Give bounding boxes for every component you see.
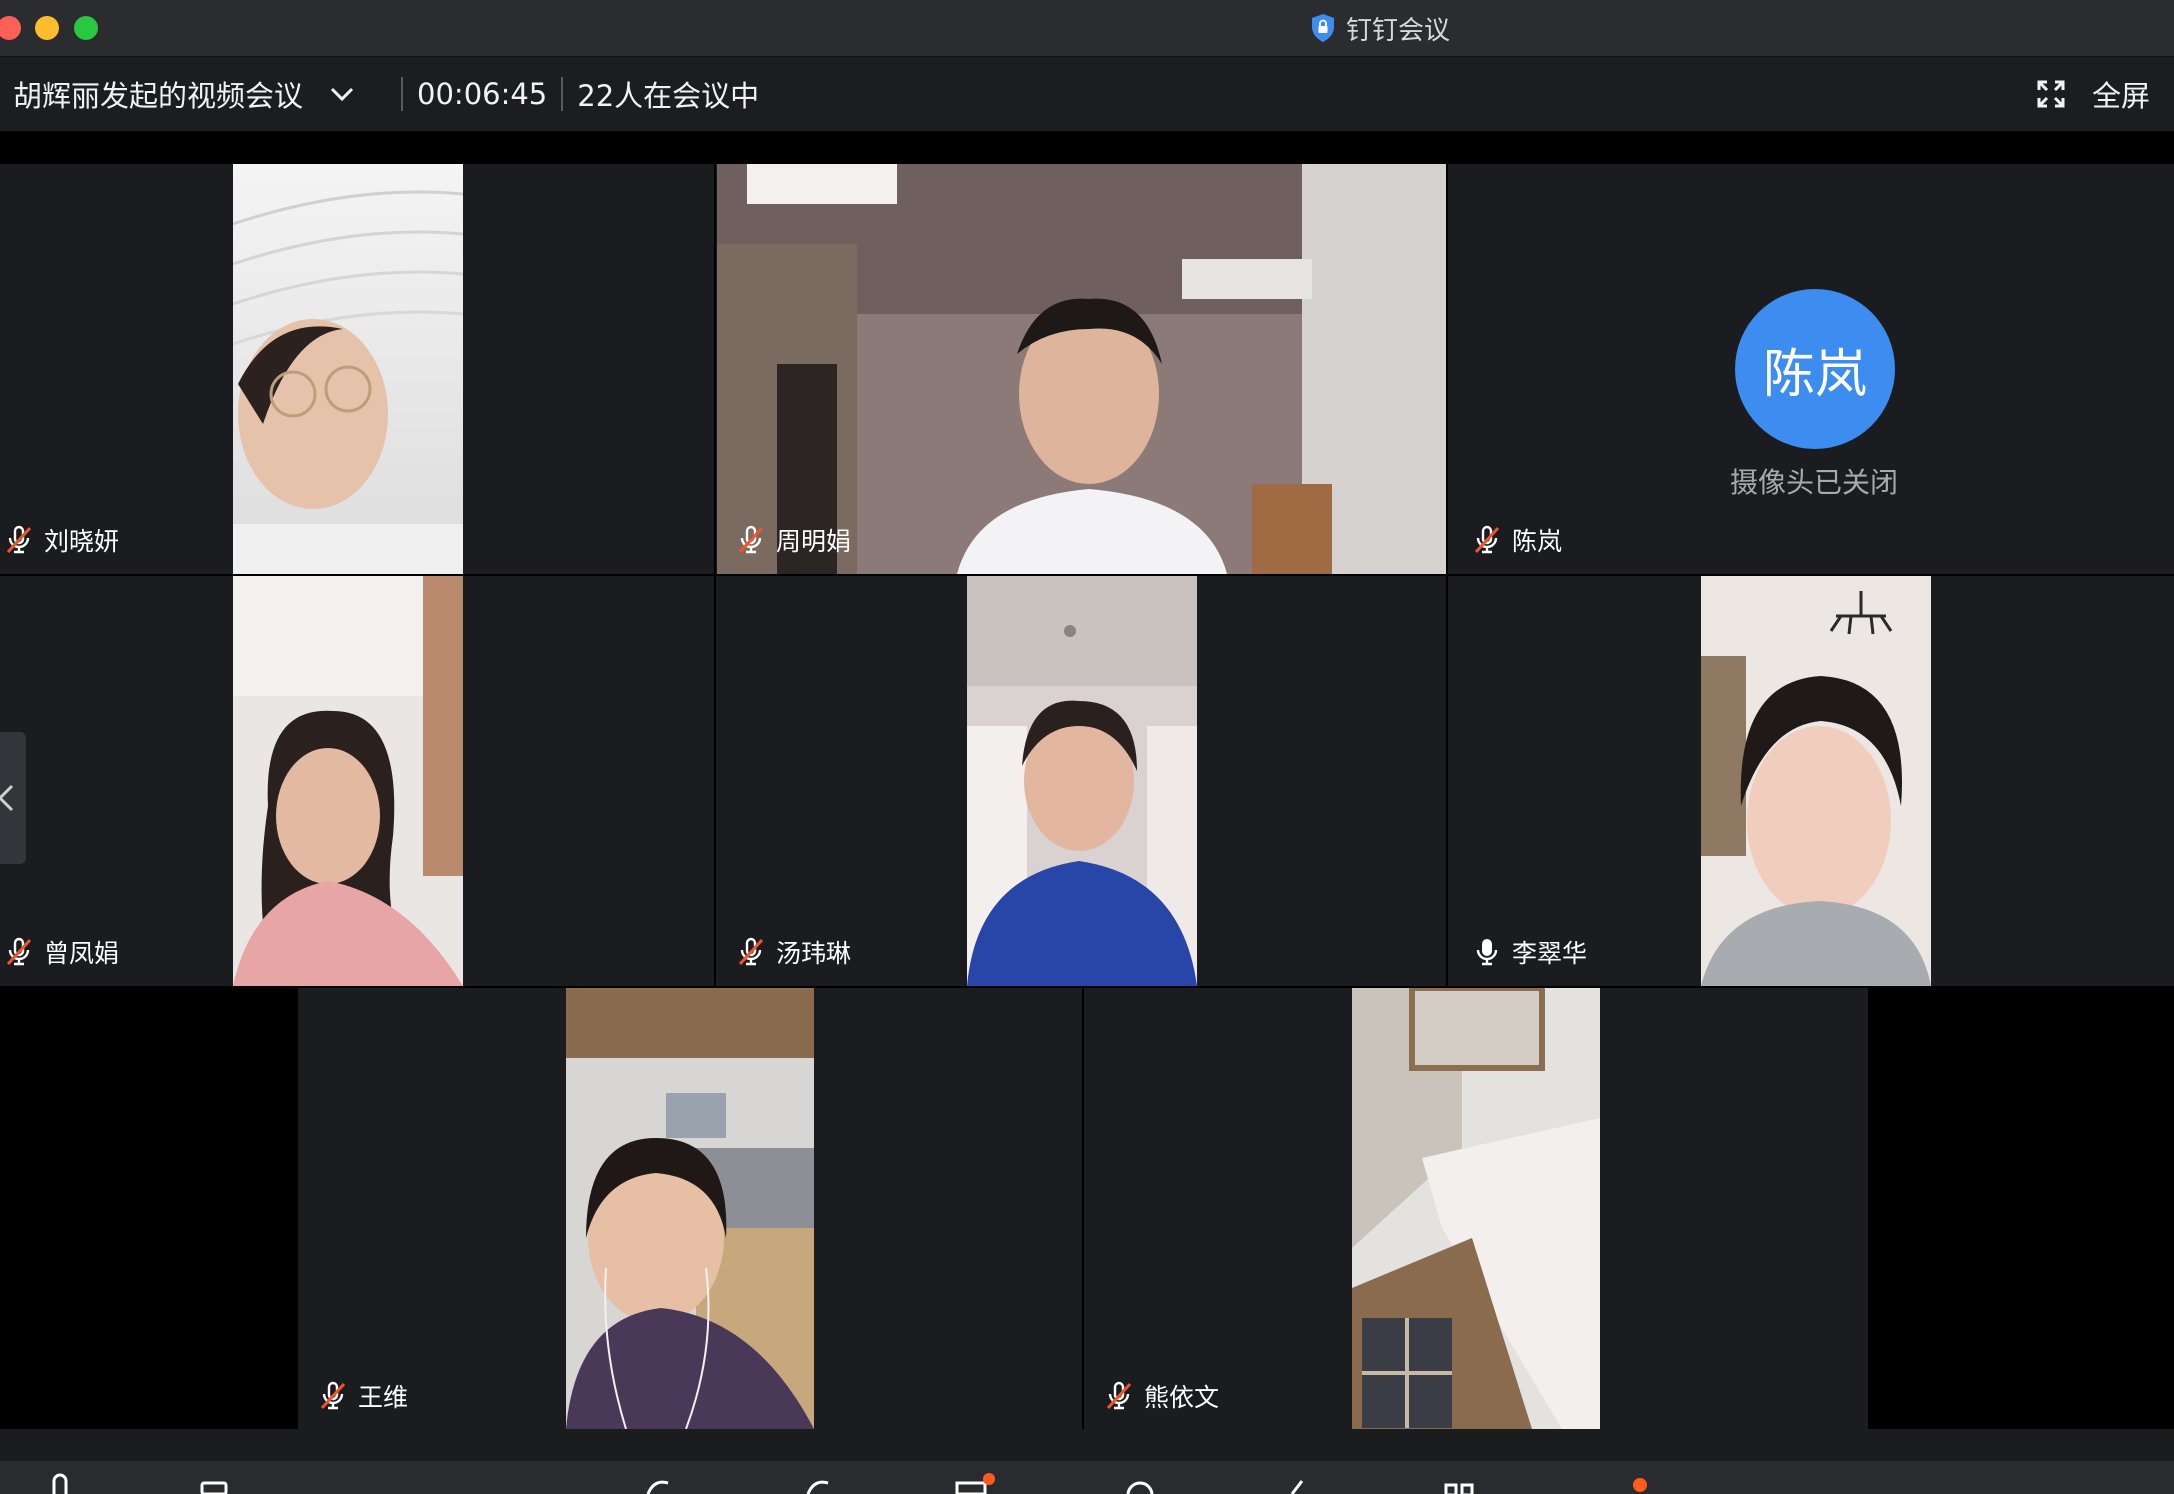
video-feed bbox=[1701, 576, 1931, 986]
camera-icon[interactable] bbox=[198, 1473, 238, 1494]
video-feed bbox=[1352, 988, 1600, 1429]
fullscreen-button[interactable]: 全屏 bbox=[2036, 57, 2150, 131]
mic-muted-icon bbox=[1474, 525, 1500, 554]
participant-tile[interactable]: 李翠华 bbox=[1448, 576, 2174, 986]
participant-tile[interactable]: 周明娟 bbox=[716, 164, 1446, 574]
participant-label: 熊依文 bbox=[1104, 1378, 1219, 1414]
chat-icon[interactable] bbox=[955, 1473, 995, 1494]
mic-muted-icon bbox=[6, 937, 32, 966]
participant-label: 王维 bbox=[318, 1378, 408, 1414]
participant-tile[interactable]: 陈岚 摄像头已关闭 陈岚 bbox=[1448, 164, 2174, 574]
mic-muted-icon bbox=[320, 1381, 346, 1410]
minimize-window-button[interactable] bbox=[35, 16, 59, 40]
video-feed bbox=[233, 164, 463, 574]
chevron-left-icon bbox=[0, 784, 14, 812]
participant-label: 曾凤娟 bbox=[4, 934, 119, 970]
participant-name: 周明娟 bbox=[776, 527, 852, 556]
fullscreen-icon bbox=[2037, 80, 2065, 108]
share-icon[interactable] bbox=[640, 1473, 680, 1494]
participant-tile[interactable]: 汤玮琳 bbox=[716, 576, 1446, 986]
participants-icon[interactable] bbox=[1440, 1473, 1480, 1494]
pen-icon[interactable] bbox=[800, 1473, 840, 1494]
participant-label: 周明娟 bbox=[736, 522, 851, 558]
fullscreen-label: 全屏 bbox=[2091, 79, 2150, 113]
video-feed bbox=[967, 576, 1197, 986]
zoom-window-button[interactable] bbox=[74, 16, 98, 40]
divider bbox=[401, 77, 404, 111]
participant-label: 李翠华 bbox=[1472, 934, 1587, 970]
participant-name: 汤玮琳 bbox=[776, 939, 852, 968]
divider bbox=[561, 77, 564, 111]
meeting-info-bar: 胡辉丽发起的视频会议 00:06:45 22人在会议中 全屏 bbox=[0, 57, 2174, 131]
participant-count[interactable]: 22人在会议中 bbox=[577, 73, 759, 115]
participant-label: 汤玮琳 bbox=[736, 934, 851, 970]
participant-label: 刘晓妍 bbox=[4, 522, 119, 558]
reaction-icon[interactable] bbox=[1280, 1473, 1320, 1494]
notification-dot-icon bbox=[1633, 1478, 1647, 1492]
meeting-title[interactable]: 胡辉丽发起的视频会议 bbox=[13, 73, 303, 115]
side-panel-toggle[interactable] bbox=[0, 732, 26, 864]
app-title: 钉钉会议 bbox=[1346, 15, 1451, 46]
participant-tile[interactable]: 王维 bbox=[298, 988, 1082, 1429]
participant-name: 王维 bbox=[358, 1383, 409, 1412]
video-grid: 刘晓妍 周明娟 陈岚 摄像头已关闭 陈岚 曾凤娟 汤玮琳 李翠华 王维 熊依文 bbox=[0, 164, 2174, 1429]
grid-top-spacer bbox=[0, 131, 2174, 164]
video-feed bbox=[233, 576, 463, 986]
participant-name: 熊依文 bbox=[1144, 1383, 1220, 1412]
close-window-button[interactable] bbox=[0, 16, 21, 40]
record-icon[interactable] bbox=[1120, 1473, 1160, 1494]
participant-tile[interactable]: 曾凤娟 bbox=[0, 576, 714, 986]
participant-label: 陈岚 bbox=[1472, 522, 1562, 558]
chevron-down-icon[interactable] bbox=[327, 79, 357, 109]
mic-icon bbox=[1476, 939, 1498, 966]
app-title-group: 钉钉会议 bbox=[1310, 0, 1450, 56]
mic-icon[interactable] bbox=[40, 1473, 80, 1494]
shield-lock-icon bbox=[1312, 14, 1334, 42]
participant-name: 李翠华 bbox=[1512, 939, 1588, 968]
mic-muted-icon bbox=[738, 525, 764, 554]
participant-name: 陈岚 bbox=[1512, 527, 1563, 556]
participant-name: 刘晓妍 bbox=[44, 527, 120, 556]
meeting-toolbar bbox=[0, 1461, 2174, 1494]
window-titlebar: 钉钉会议 bbox=[0, 0, 2174, 57]
mic-muted-icon bbox=[1106, 1381, 1132, 1410]
meeting-timer: 00:06:45 bbox=[417, 77, 548, 111]
mic-muted-icon bbox=[738, 937, 764, 966]
participant-tile[interactable]: 刘晓妍 bbox=[0, 164, 714, 574]
video-feed bbox=[566, 988, 814, 1429]
participant-name: 曾凤娟 bbox=[44, 939, 120, 968]
mic-muted-icon bbox=[6, 525, 32, 554]
video-feed bbox=[717, 164, 1446, 574]
camera-off-label: 摄像头已关闭 bbox=[1730, 466, 1899, 499]
participant-tile[interactable]: 熊依文 bbox=[1084, 988, 1868, 1429]
avatar: 陈岚 bbox=[1735, 289, 1895, 449]
